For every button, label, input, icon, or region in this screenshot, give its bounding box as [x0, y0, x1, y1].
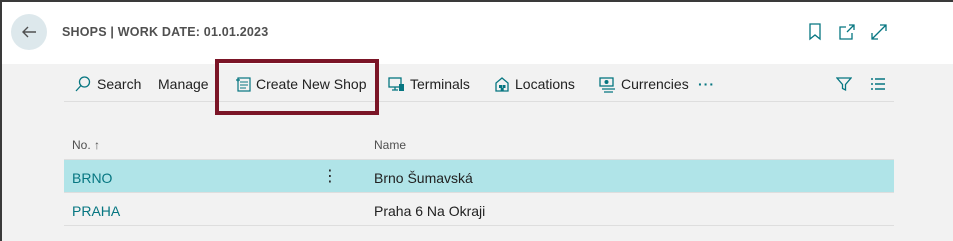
- search-action-label: Search: [97, 76, 142, 92]
- terminals-action-label: Terminals: [410, 76, 470, 92]
- open-new-window-icon: [839, 24, 855, 40]
- shop-name-cell: Praha 6 Na Okraji: [374, 203, 486, 219]
- arrow-left-icon: [22, 26, 36, 38]
- row-menu-button[interactable]: ⋮: [322, 166, 338, 186]
- terminals-action[interactable]: Terminals: [388, 66, 470, 102]
- currency-icon: [599, 76, 615, 93]
- shop-no-link[interactable]: PRAHA: [72, 203, 120, 219]
- list-view-button[interactable]: [870, 66, 891, 102]
- shop-name-cell: Brno Šumavská: [374, 170, 473, 186]
- search-action[interactable]: Search: [74, 66, 141, 102]
- terminal-icon: [388, 76, 404, 91]
- warehouse-icon: [495, 77, 509, 92]
- locations-action-label: Locations: [515, 76, 575, 92]
- filter-icon: [836, 77, 852, 92]
- column-header-name[interactable]: Name: [374, 138, 406, 152]
- manage-action[interactable]: Manage: [158, 66, 209, 102]
- table-row[interactable]: PRAHA Praha 6 Na Okraji: [64, 193, 894, 226]
- page-header: SHOPS | WORK DATE: 01.01.2023: [2, 2, 953, 64]
- filter-button[interactable]: [836, 66, 857, 102]
- highlight-box: [215, 59, 379, 115]
- bookmark-button[interactable]: [805, 22, 825, 42]
- shops-list: No. ↑ Name BRNO ⋮ Brno Šumavská PRAHA Pr…: [64, 126, 894, 226]
- search-icon: [75, 76, 91, 92]
- currencies-action-label: Currencies: [621, 76, 689, 92]
- page-frame: SHOPS | WORK DATE: 01.01.2023 Search Man…: [0, 0, 953, 241]
- more-options-icon: ···: [698, 76, 715, 92]
- list-header: No. ↑ Name: [64, 126, 894, 160]
- locations-action[interactable]: Locations: [494, 66, 575, 102]
- column-header-no[interactable]: No. ↑: [72, 138, 100, 152]
- more-options-button[interactable]: ···: [698, 66, 715, 102]
- expand-button[interactable]: [869, 22, 889, 42]
- manage-action-label: Manage: [158, 76, 209, 92]
- back-button[interactable]: [11, 14, 47, 50]
- page-title: SHOPS | WORK DATE: 01.01.2023: [62, 25, 269, 39]
- more-vertical-icon: ⋮: [322, 168, 338, 185]
- expand-icon: [871, 24, 887, 40]
- bookmark-icon: [809, 23, 821, 41]
- table-row[interactable]: BRNO ⋮ Brno Šumavská: [64, 160, 894, 193]
- list-icon: [871, 78, 885, 90]
- currencies-action[interactable]: Currencies: [599, 66, 689, 102]
- open-new-window-button[interactable]: [837, 22, 857, 42]
- action-bar: Search Manage Create New Shop Terminals: [64, 66, 894, 102]
- shop-no-link[interactable]: BRNO: [72, 170, 112, 186]
